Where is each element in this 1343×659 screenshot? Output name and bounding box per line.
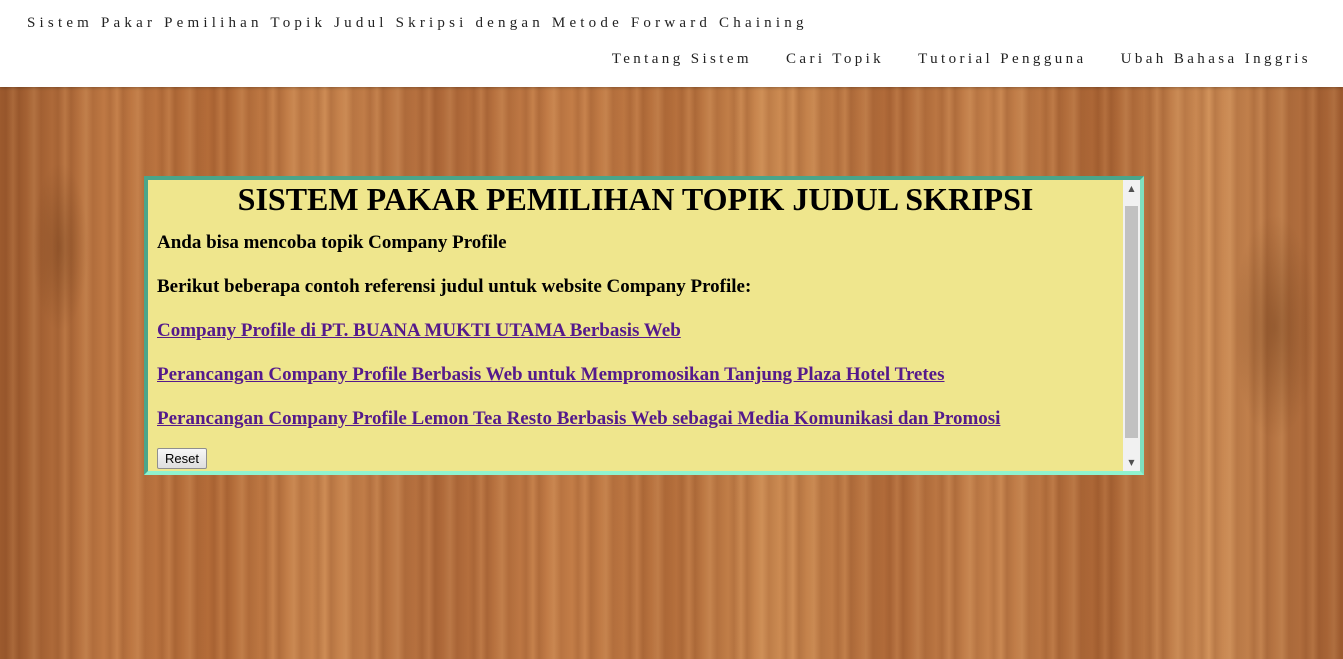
references-intro: Berikut beberapa contoh referensi judul … (157, 276, 752, 297)
top-header: Sistem Pakar Pemilihan Topik Judul Skrip… (0, 0, 1343, 87)
reset-button[interactable]: Reset (157, 448, 207, 469)
site-title[interactable]: Sistem Pakar Pemilihan Topik Judul Skrip… (27, 15, 808, 32)
nav-item-cari-topik[interactable]: Cari Topik (786, 51, 884, 68)
result-content: SISTEM PAKAR PEMILIHAN TOPIK JUDUL SKRIP… (148, 180, 1123, 471)
page-title: SISTEM PAKAR PEMILIHAN TOPIK JUDUL SKRIP… (237, 181, 1034, 217)
result-frame: SISTEM PAKAR PEMILIHAN TOPIK JUDUL SKRIP… (144, 176, 1144, 475)
scroll-up-icon[interactable]: ▲ (1123, 180, 1140, 197)
topic-suggestion: Anda bisa mencoba topik Company Profile (157, 232, 507, 253)
nav-item-tutorial-pengguna[interactable]: Tutorial Pengguna (918, 51, 1087, 68)
reference-link-3[interactable]: Perancangan Company Profile Lemon Tea Re… (157, 408, 1114, 430)
frame-scrollbar[interactable]: ▲ ▼ (1123, 180, 1140, 471)
reference-link-1[interactable]: Company Profile di PT. BUANA MUKTI UTAMA… (157, 320, 1114, 342)
main-nav: Tentang Sistem Cari Topik Tutorial Pengg… (612, 51, 1311, 68)
nav-item-ubah-bahasa[interactable]: Ubah Bahasa Inggris (1121, 51, 1311, 68)
scroll-thumb[interactable] (1125, 206, 1138, 438)
scroll-down-icon[interactable]: ▼ (1123, 454, 1140, 471)
reference-links: Company Profile di PT. BUANA MUKTI UTAMA… (157, 320, 1114, 430)
reference-link-2[interactable]: Perancangan Company Profile Berbasis Web… (157, 364, 1114, 386)
nav-item-tentang-sistem[interactable]: Tentang Sistem (612, 51, 752, 68)
